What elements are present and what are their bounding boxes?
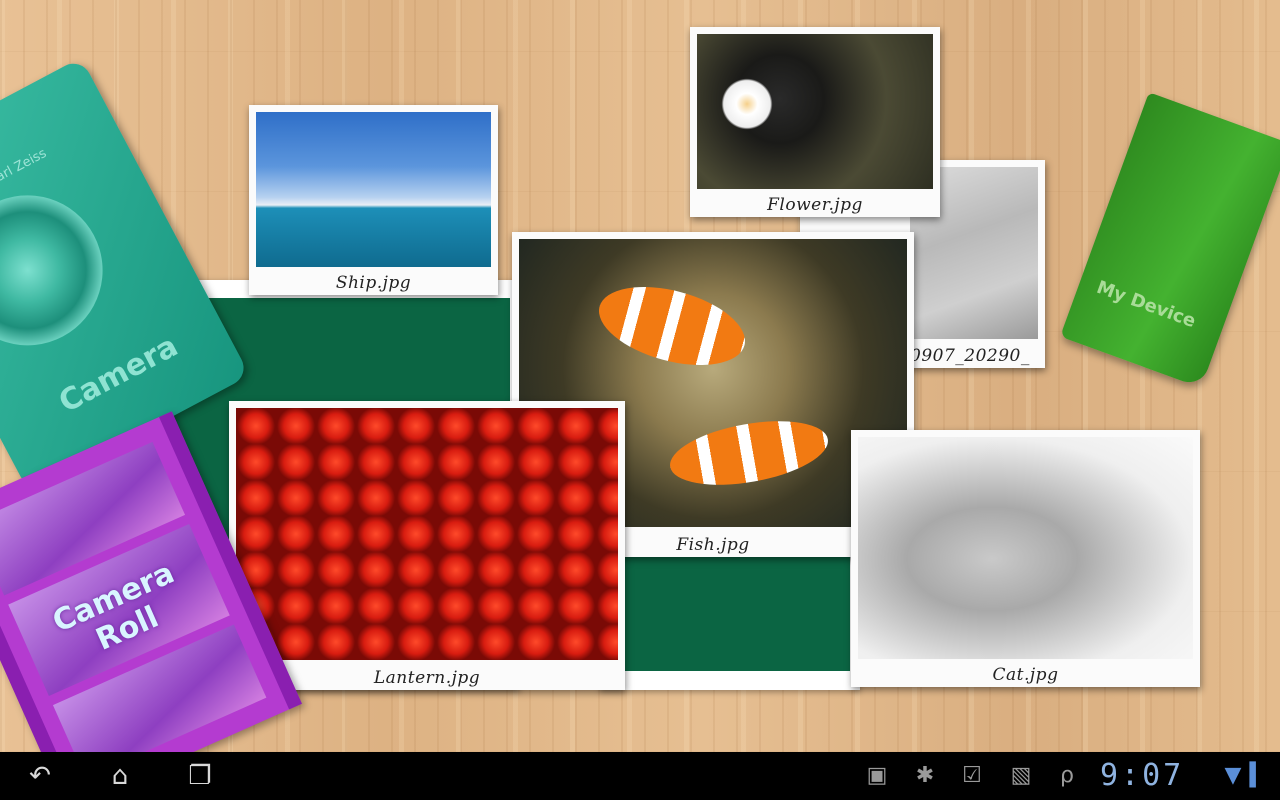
my-device-label: My Device [1093,276,1199,333]
ship-image [256,112,491,267]
photo-caption: Flower.jpg [767,195,863,215]
usb-debugging-icon[interactable]: ✱ [910,762,940,790]
battery-icon: ▍ [1249,763,1267,788]
flower-image [697,34,933,189]
system-navigation-bar: ↶ ⌂ ❐ ▣ ✱ ☑ ▧ ρ 9:07 ▼ ▍ [0,752,1280,800]
photo-caption: 0907_20290_ [910,346,1030,366]
recent-apps-icon: ❐ [188,761,212,791]
camera-label: Camera [53,328,184,421]
photo-caption: Ship.jpg [335,273,412,293]
my-device-widget[interactable]: My Device [1060,92,1280,388]
signal-icon: ρ [1060,763,1074,788]
back-arrow-icon: ↶ [29,761,51,791]
market-update-icon[interactable]: ▧ [1006,762,1036,790]
clownfish [590,272,754,380]
recent-apps-button[interactable]: ❐ [180,760,220,792]
download-complete-icon[interactable]: ☑ [957,762,987,790]
photo-ship[interactable]: Ship.jpg [249,105,498,295]
lantern-image [236,408,618,660]
photo-cat[interactable]: Cat.jpg [851,430,1200,687]
photo-lantern[interactable]: Lantern.jpg [229,401,625,690]
camera-lens-icon [0,168,130,372]
cat-image [858,437,1193,659]
gallery-notification-icon[interactable]: ▣ [862,762,892,790]
wood-desk-background: Ship.jpg 0907_20290_ Flower.jpg Fish.jpg… [0,0,1280,752]
flower-blossom [717,74,777,134]
home-button[interactable]: ⌂ [100,760,140,792]
photo-caption: Cat.jpg [992,665,1059,685]
camera-brand: Carl Zeiss [0,145,50,190]
home-icon: ⌂ [111,761,129,791]
photo-flower[interactable]: Flower.jpg [690,27,940,217]
clock[interactable]: 9:07 [1100,758,1184,793]
clownfish [665,410,833,496]
back-button[interactable]: ↶ [20,760,60,792]
